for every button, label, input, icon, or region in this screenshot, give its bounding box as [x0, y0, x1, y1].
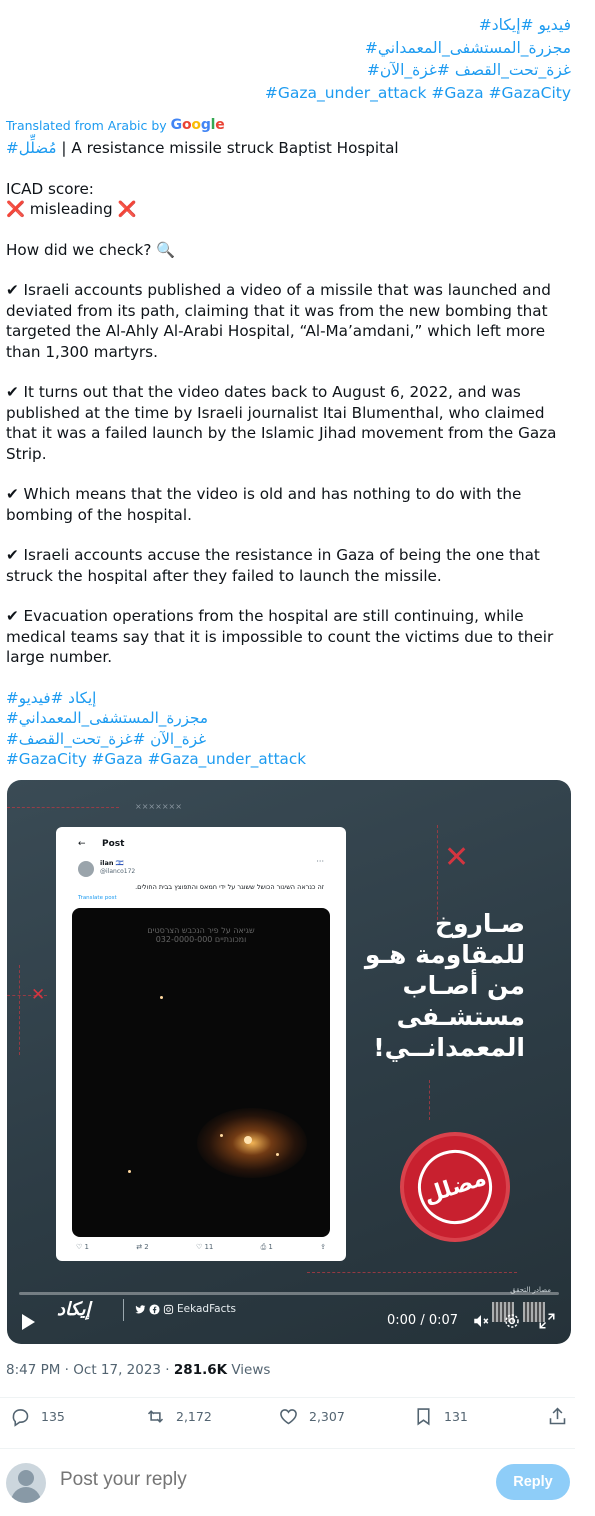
- icad-label: ICAD score:: [6, 179, 94, 198]
- instagram-icon: [163, 1304, 174, 1314]
- explosion-glow: [197, 1108, 307, 1178]
- score-text: misleading: [24, 200, 118, 218]
- video-headline: صـاروخ للمقاومة هـو من أصـاب مستشـفى الم…: [364, 909, 525, 1062]
- embedded-handle: @ilanco172: [100, 868, 136, 875]
- timestamp[interactable]: 8:47 PM · Oct 17, 2023 ·: [6, 1362, 174, 1378]
- spark: [276, 1153, 279, 1156]
- misleading-seal: مضلل: [400, 1132, 510, 1242]
- checkmark-icon: ✔: [6, 485, 19, 503]
- hashtag-line[interactable]: #إيكاد #فيديو: [6, 688, 566, 709]
- video-caption: שגיאה על פיר הנכבש הצרסטים 032-0000-000 …: [147, 926, 255, 944]
- share-button[interactable]: [547, 1406, 568, 1427]
- tweet-meta: 8:47 PM · Oct 17, 2023 · 281.6K Views: [6, 1362, 270, 1378]
- tiny-label: ×××××××: [135, 802, 182, 811]
- hashtag-line[interactable]: #Gaza_under_attack #Gaza #GazaCity: [265, 82, 571, 105]
- decorative-line: [307, 1272, 517, 1273]
- point: ✔ Israeli accounts accuse the resistance…: [6, 546, 540, 585]
- cross-icon: ❌: [6, 200, 25, 218]
- views-label: Views: [227, 1362, 271, 1378]
- play-icon[interactable]: [22, 1314, 35, 1330]
- bookmark-button[interactable]: 131: [413, 1406, 468, 1427]
- top-hashtags: #فيديو #إيكاد #مجزرة_المستشفى_المعمداني …: [265, 14, 571, 104]
- decorative-line: [429, 1080, 430, 1120]
- spark: [220, 1134, 223, 1137]
- embedded-actions: ♡ 1 ⇄ 2 ♡ 11 ⎙ 1 ⇪: [76, 1243, 326, 1251]
- repost-icon: [147, 1410, 164, 1423]
- decorative-line: [7, 807, 119, 808]
- divider: [123, 1299, 124, 1321]
- repost-button[interactable]: 2,172: [145, 1406, 212, 1427]
- red-x-icon: ✕: [444, 840, 470, 875]
- reply-submit-button[interactable]: Reply: [496, 1464, 570, 1500]
- eekad-logo: إيكاد: [57, 1299, 91, 1320]
- google-logo: Google: [170, 117, 225, 133]
- embedded-translate: Translate post: [78, 895, 117, 901]
- reply-icon: [12, 1409, 29, 1427]
- share-icon: [549, 1407, 566, 1425]
- spark: [128, 1170, 131, 1173]
- settings-icon[interactable]: [503, 1312, 521, 1330]
- more-icon: ···: [316, 857, 324, 866]
- embedded-post-title: Post: [102, 839, 125, 849]
- views-count: 281.6K: [173, 1362, 228, 1378]
- mute-icon[interactable]: [472, 1312, 490, 1330]
- embedded-user: ilan 🇮🇱: [100, 859, 124, 867]
- avatar: [78, 861, 94, 877]
- hashtag-line[interactable]: #مجزرة_المستشفى_المعمداني: [265, 37, 571, 60]
- back-arrow-icon: ←: [78, 839, 86, 849]
- hashtag-line[interactable]: #مجزرة_المستشفى_المعمداني: [6, 708, 566, 729]
- action-bar: 135 2,172 2,307 131: [0, 1406, 575, 1436]
- social-handle: EekadFacts: [135, 1303, 236, 1315]
- translation-notice[interactable]: Translated from Arabic by Google: [6, 117, 225, 133]
- fullscreen-icon[interactable]: [538, 1312, 556, 1330]
- embedded-video: שגיאה על פיר הנכבש הצרסטים 032-0000-000 …: [72, 908, 330, 1237]
- misleading-hashtag[interactable]: #مُضلِّل: [6, 139, 57, 157]
- explosion-core: [244, 1136, 252, 1144]
- checkmark-icon: ✔: [6, 383, 19, 401]
- checkmark-icon: ✔: [6, 281, 19, 299]
- hashtag-line[interactable]: #غزة_الآن #غزة_تحت_القصف: [6, 729, 566, 750]
- bookmark-icon: [417, 1408, 430, 1426]
- checkmark-icon: ✔: [6, 607, 19, 625]
- reply-input[interactable]: [60, 1469, 305, 1491]
- divider: [0, 1397, 575, 1398]
- hashtag-line[interactable]: #غزة_تحت_القصف #غزة_الآن: [265, 59, 571, 82]
- bottom-hashtags: #إيكاد #فيديو #مجزرة_المستشفى_المعمداني …: [6, 688, 566, 770]
- heart-icon: [280, 1409, 297, 1425]
- video-time: 0:00 / 0:07: [387, 1313, 459, 1328]
- tweet-text: #مُضلِّل | A resistance missile struck B…: [6, 138, 566, 770]
- avatar: [6, 1463, 46, 1503]
- red-x-icon: ✕: [31, 985, 46, 1005]
- point: ✔ Israeli accounts published a video of …: [6, 281, 551, 361]
- cross-icon: ❌: [117, 200, 137, 218]
- headline-text: | A resistance missile struck Baptist Ho…: [56, 139, 399, 157]
- decorative-line: [19, 965, 20, 1055]
- check-question: How did we check? 🔍: [6, 240, 176, 259]
- video-player[interactable]: ××××××× ✕ ✕ ← Post ilan 🇮🇱 @ilanco172 ··…: [7, 780, 571, 1344]
- bookmark-count: 131: [444, 1409, 468, 1424]
- reply-composer: Reply: [0, 1460, 575, 1504]
- twitter-icon: [135, 1304, 146, 1313]
- divider: [0, 1448, 575, 1449]
- hashtag-line[interactable]: #فيديو #إيكاد: [265, 14, 571, 37]
- video-progress-bar[interactable]: [19, 1292, 559, 1295]
- repost-count: 2,172: [176, 1409, 212, 1424]
- translation-label: Translated from Arabic by: [6, 117, 167, 133]
- embedded-post: ← Post ilan 🇮🇱 @ilanco172 ··· זה כנראה ה…: [56, 827, 346, 1261]
- facebook-icon: [149, 1303, 160, 1315]
- point: ✔ Which means that the video is old and …: [6, 485, 522, 524]
- hashtag-line[interactable]: #GazaCity #Gaza #Gaza_under_attack: [6, 749, 566, 770]
- embedded-text: זה כנראה השיגור הכושל ששוגר על ידי חמאס …: [135, 883, 324, 891]
- point: ✔ Evacuation operations from the hospita…: [6, 607, 554, 666]
- reply-count: 135: [41, 1409, 65, 1424]
- point: ✔ It turns out that the video dates back…: [6, 383, 557, 463]
- like-button[interactable]: 2,307: [278, 1406, 345, 1427]
- reply-button[interactable]: 135: [10, 1406, 65, 1427]
- like-count: 2,307: [309, 1409, 345, 1424]
- checkmark-icon: ✔: [6, 546, 19, 564]
- spark: [160, 996, 163, 999]
